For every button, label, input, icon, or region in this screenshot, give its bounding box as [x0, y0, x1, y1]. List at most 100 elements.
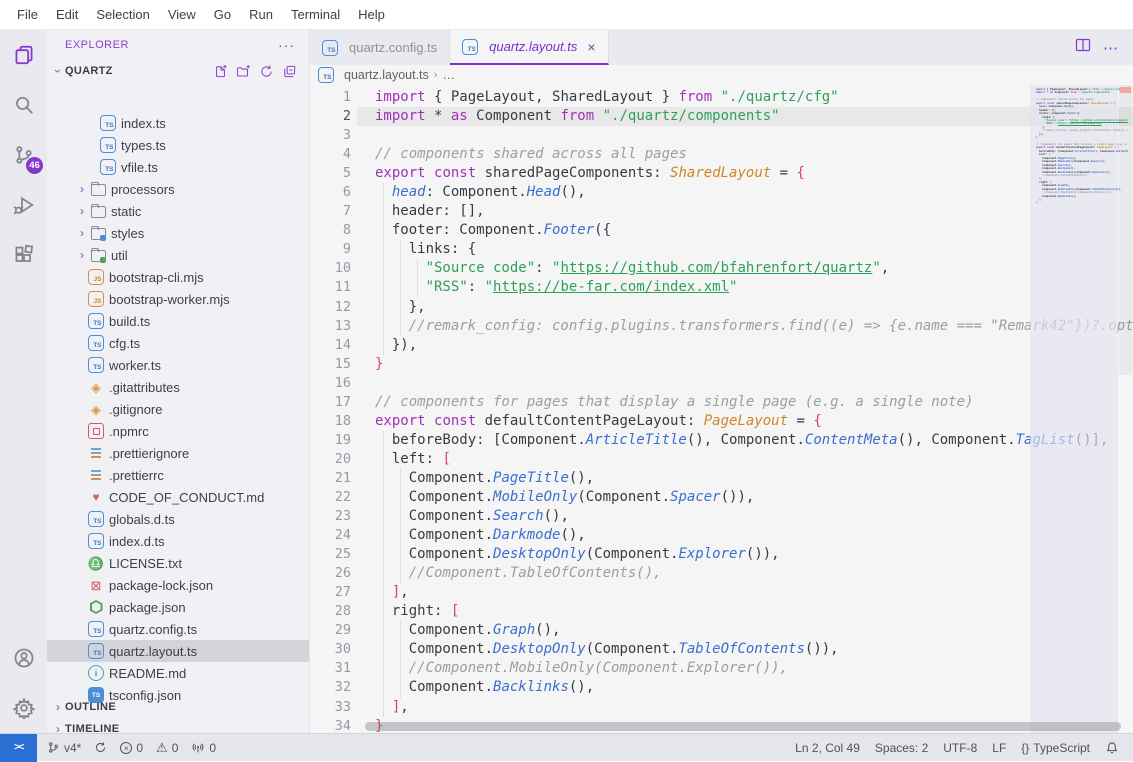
- sync-icon: [94, 741, 107, 754]
- file-name: quartz.layout.ts: [109, 644, 197, 659]
- tree-item-.gitignore[interactable]: ◈.gitignore: [47, 398, 309, 420]
- status-language[interactable]: {}TypeScript: [1021, 741, 1090, 755]
- menu-item-file[interactable]: File: [8, 0, 47, 30]
- file-name: .prettierignore: [109, 446, 189, 461]
- tree-item-styles[interactable]: ›styles: [47, 222, 309, 244]
- tree-item-LICENSE.txt[interactable]: ♎LICENSE.txt: [47, 552, 309, 574]
- split-editor-icon[interactable]: [1075, 37, 1091, 58]
- code-editor[interactable]: 1234567891011121314151617181920212223242…: [310, 85, 1133, 733]
- status-errors[interactable]: ×0: [120, 741, 143, 755]
- tree-item-bootstrap-worker.mjs[interactable]: JSbootstrap-worker.mjs: [47, 288, 309, 310]
- tree-item-bootstrap-cli.mjs[interactable]: JSbootstrap-cli.mjs: [47, 266, 309, 288]
- warning-icon: ⚠: [156, 741, 168, 754]
- tree-item-build.ts[interactable]: TSbuild.ts: [47, 310, 309, 332]
- status-bar: >< v4* ×0 ⚠0 0 Ln 2, Col 49 Spaces: 2 UTF-8 LF…: [0, 733, 1133, 761]
- tree-item-util[interactable]: ›util: [47, 244, 309, 266]
- file-name: styles: [111, 226, 144, 241]
- tree-item-static[interactable]: ›static: [47, 200, 309, 222]
- tree-item-.prettierrc[interactable]: .prettierrc: [47, 464, 309, 486]
- breadcrumb-more[interactable]: …: [442, 68, 455, 82]
- folder-icon: [90, 181, 106, 197]
- tree-item-processors[interactable]: ›processors: [47, 178, 309, 200]
- outline-section[interactable]: › OUTLINE: [47, 696, 309, 718]
- vertical-scrollbar[interactable]: [1118, 85, 1133, 733]
- tree-item-worker.ts[interactable]: TSworker.ts: [47, 354, 309, 376]
- status-branch[interactable]: v4*: [47, 741, 81, 755]
- activitybar-run-debug-icon[interactable]: [0, 180, 47, 230]
- file-name: .gitattributes: [109, 380, 180, 395]
- code-line-6: head: Component.Head(),: [357, 183, 1133, 202]
- tree-item-package-lock.json[interactable]: ⊠package-lock.json: [47, 574, 309, 596]
- status-cursor-position[interactable]: Ln 2, Col 49: [795, 741, 860, 755]
- code-line-28: right: [: [357, 602, 1133, 621]
- chevron-right-icon: ›: [51, 700, 65, 714]
- tree-item-quartz.layout.ts[interactable]: TSquartz.layout.ts: [47, 640, 309, 662]
- activitybar-source-control-icon[interactable]: 46: [0, 130, 47, 180]
- code-line-26: //Component.TableOfContents(),: [357, 564, 1133, 583]
- tree-item-cfg.ts[interactable]: TScfg.ts: [47, 332, 309, 354]
- menu-item-edit[interactable]: Edit: [47, 0, 87, 30]
- status-sync[interactable]: [94, 741, 107, 754]
- file-name: types.ts: [121, 138, 166, 153]
- tree-item-.prettierignore[interactable]: .prettierignore: [47, 442, 309, 464]
- tree-item-README.md[interactable]: iREADME.md: [47, 662, 309, 684]
- tab-quartz.layout.ts[interactable]: TSquartz.layout.ts×: [450, 30, 608, 65]
- tree-item-vfile.ts[interactable]: TSvfile.ts: [47, 156, 309, 178]
- status-warnings[interactable]: ⚠0: [156, 741, 178, 755]
- status-notifications[interactable]: [1105, 741, 1119, 755]
- chevron-right-icon: ›: [76, 248, 88, 262]
- breadcrumb[interactable]: TS quartz.layout.ts › …: [310, 65, 1133, 85]
- braces-icon: {}: [1021, 741, 1029, 755]
- section-label: QUARTZ: [65, 65, 212, 77]
- status-eol[interactable]: LF: [992, 741, 1006, 755]
- menu-item-terminal[interactable]: Terminal: [282, 0, 349, 30]
- tree-item-quartz.config.ts[interactable]: TSquartz.config.ts: [47, 618, 309, 640]
- new-folder-icon[interactable]: [235, 63, 251, 79]
- section-header-quartz[interactable]: › QUARTZ: [47, 60, 309, 82]
- horizontal-scrollbar[interactable]: [365, 722, 1121, 731]
- tree-item-index.ts[interactable]: TSindex.ts: [47, 112, 309, 134]
- branch-icon: [47, 741, 60, 754]
- editor-group: TSquartz.config.tsTSquartz.layout.ts× ⋯ …: [310, 30, 1133, 733]
- code-line-2: import * as Component from "./quartz/com…: [357, 107, 1133, 126]
- timeline-section[interactable]: › TIMELINE: [47, 718, 309, 733]
- ts-file-icon: TS: [100, 137, 116, 153]
- collapse-all-icon[interactable]: [281, 63, 297, 79]
- prettier-icon: [88, 445, 104, 461]
- tree-item-index.d.ts[interactable]: TSindex.d.ts: [47, 530, 309, 552]
- tree-item-.npmrc[interactable]: .npmrc: [47, 420, 309, 442]
- horizontal-scrollbar-thumb[interactable]: [365, 722, 1121, 731]
- code-line-17: // components for pages that display a s…: [357, 393, 1133, 412]
- menu-item-run[interactable]: Run: [240, 0, 282, 30]
- sidebar-more-actions-icon[interactable]: ···: [278, 37, 295, 53]
- minimap[interactable]: import { PageLayout, SharedLayout } from…: [1036, 88, 1128, 205]
- menu-item-view[interactable]: View: [159, 0, 205, 30]
- activitybar-settings-icon[interactable]: [0, 683, 47, 733]
- tree-item-.gitattributes[interactable]: ◈.gitattributes: [47, 376, 309, 398]
- status-encoding[interactable]: UTF-8: [943, 741, 977, 755]
- menu-item-selection[interactable]: Selection: [87, 0, 158, 30]
- activitybar-explorer-icon[interactable]: [0, 30, 47, 80]
- menu-item-go[interactable]: Go: [205, 0, 240, 30]
- activitybar-search-icon[interactable]: [0, 80, 47, 130]
- tree-item-package.json[interactable]: package.json: [47, 596, 309, 618]
- tab-label: quartz.config.ts: [349, 40, 437, 55]
- file-name: index.ts: [121, 116, 166, 131]
- menu-item-help[interactable]: Help: [349, 0, 394, 30]
- status-indentation[interactable]: Spaces: 2: [875, 741, 928, 755]
- vertical-scrollbar-thumb[interactable]: [1119, 85, 1132, 375]
- close-icon[interactable]: ×: [587, 39, 595, 55]
- status-ports[interactable]: 0: [191, 741, 216, 755]
- tab-quartz.config.ts[interactable]: TSquartz.config.ts: [310, 30, 450, 65]
- breadcrumb-file[interactable]: quartz.layout.ts: [344, 68, 429, 82]
- tree-item-CODE_OF_CONDUCT.md[interactable]: ♥CODE_OF_CONDUCT.md: [47, 486, 309, 508]
- refresh-icon[interactable]: [258, 63, 274, 79]
- remote-indicator[interactable]: ><: [0, 734, 37, 762]
- new-file-icon[interactable]: [212, 63, 228, 79]
- code-line-24: Component.Darkmode(),: [357, 526, 1133, 545]
- activitybar-extensions-icon[interactable]: [0, 230, 47, 280]
- tree-item-types.ts[interactable]: TS types.ts: [47, 134, 309, 156]
- activitybar-account-icon[interactable]: [0, 633, 47, 683]
- editor-more-actions-icon[interactable]: ⋯: [1103, 39, 1119, 57]
- tree-item-globals.d.ts[interactable]: TSglobals.d.ts: [47, 508, 309, 530]
